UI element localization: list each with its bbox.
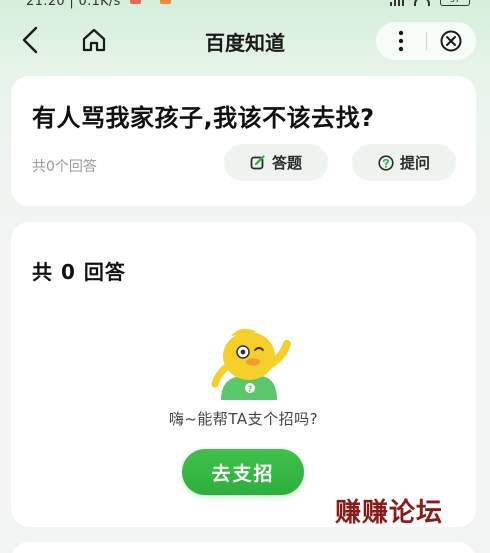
answers-card: 共 0 回答 ? 嗨~能帮TA支个招吗? 去支招 [11,222,476,527]
status-indicators: 57 [390,0,470,6]
status-bar: 21:20 | 0.1K/s 57 [0,0,490,10]
home-icon [82,28,106,52]
ask-button-label: 提问 [399,154,430,172]
chevron-left-icon [22,26,38,54]
app-notification-icon [160,0,171,4]
edit-icon [250,154,266,171]
back-button[interactable] [14,24,46,56]
next-card-edge [11,542,476,553]
signal-icon [390,0,404,6]
close-circle-icon [440,30,462,52]
status-time-speed: 21:20 | 0.1K/s [26,0,121,9]
home-button[interactable] [78,24,110,56]
question-mark-icon [378,154,394,171]
duck-mascot-icon: ? [211,328,291,400]
ask-button[interactable]: 提问 [352,144,456,181]
more-vertical-icon [398,30,403,52]
wifi-icon [414,0,430,6]
mini-program-capsule [376,22,476,60]
answers-header: 共 0 回答 [32,260,126,284]
empty-state-prompt: 嗨~能帮TA支个招吗? [168,410,319,428]
battery-icon: 57 [440,0,470,6]
answer-button[interactable]: 答题 [224,144,328,181]
help-answer-button[interactable]: 去支招 [182,449,304,495]
nav-bar: 百度知道 [0,14,490,66]
question-title: 有人骂我家孩子,我该不该去找? [32,104,375,132]
answer-count: 共0个回答 [32,159,97,175]
close-button[interactable] [426,22,476,60]
answer-button-label: 答题 [271,154,302,172]
more-button[interactable] [376,22,426,60]
svg-text:?: ? [248,385,253,394]
notification-icon [130,0,141,4]
watermark-text: 赚赚论坛 [335,498,444,528]
question-card: 有人骂我家孩子,我该不该去找? 共0个回答 答题 提问 [11,76,476,206]
